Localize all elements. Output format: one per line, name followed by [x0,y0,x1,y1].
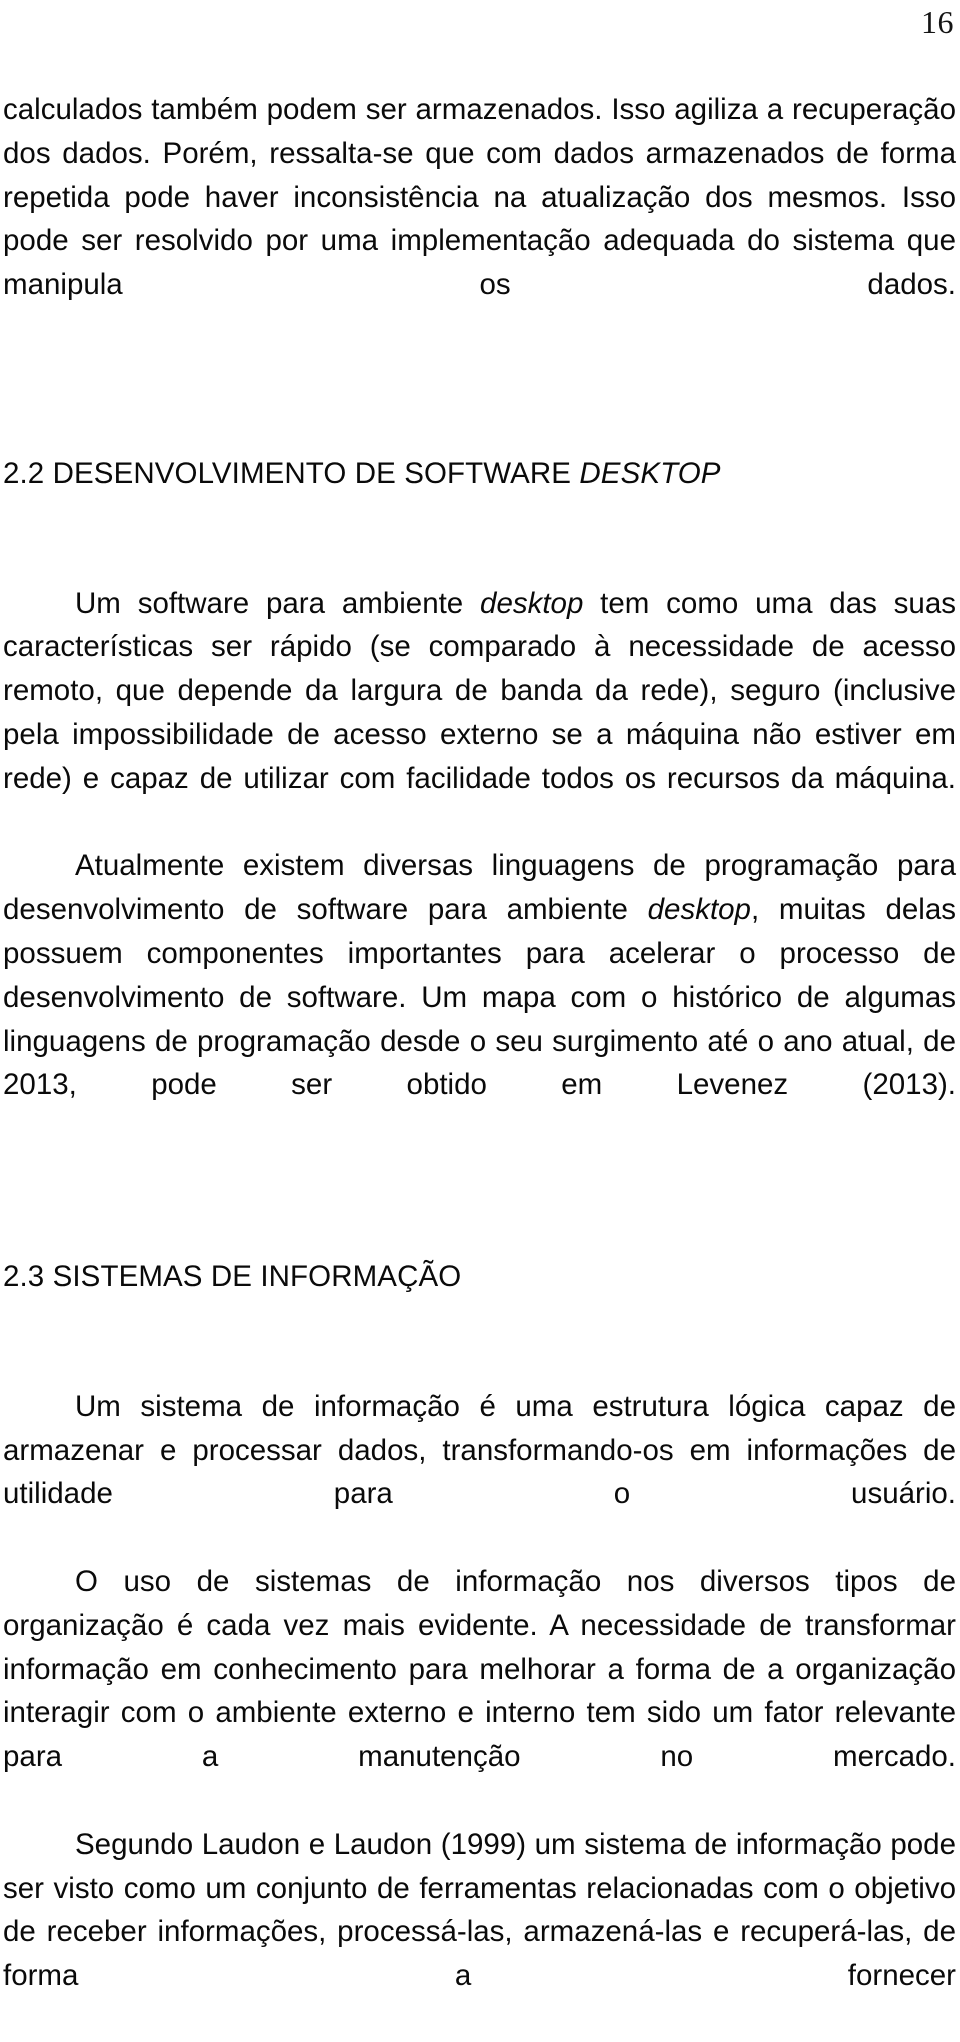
paragraph-desktop-characteristics: Um software para ambiente desktop tem co… [3,582,956,845]
heading-2-3-roman-text: SISTEMAS DE INFORMAÇÃO [52,1259,462,1293]
section-heading-2-2: 2.2 DESENVOLVIMENTO DE SOFTWARE DESKTOP [3,452,956,496]
heading-2-2-roman-text: DESENVOLVIMENTO DE SOFTWARE [52,456,572,490]
paragraph-continued-from-previous-page: calculados também podem ser armazenados.… [3,88,956,351]
heading-2-3-number: 2.3 [3,1259,45,1293]
paragraph-6-text: Segundo Laudon e Laudon (1999) um sistem… [3,1827,956,1993]
paragraph-1-text: calculados também podem ser armazenados.… [3,93,956,302]
page-number: 16 [921,4,954,40]
heading-2-3-space [44,1260,52,1293]
heading-2-2-space [44,457,52,490]
spacer-after-heading-2-2 [3,496,956,582]
spacer-after-heading-2-3 [3,1299,956,1385]
paragraph-information-system-usage: O uso de sistemas de informação nos dive… [3,1560,956,1823]
paragraph-4-text: Um sistema de informação é uma estrutura… [3,1389,956,1511]
spacer-before-heading-2-3 [3,1151,956,1255]
spacer-before-heading-2-2 [3,351,956,452]
paragraph-information-system-definition: Um sistema de informação é uma estrutura… [3,1385,956,1560]
body-text-block: calculados também podem ser armazenados.… [3,88,956,2042]
paragraph-2-part-1: Um software para ambiente [75,586,481,620]
paragraph-3-italic-desktop: desktop [647,893,751,927]
heading-2-2-number: 2.2 [3,456,45,490]
paragraph-2-italic-desktop: desktop [480,586,584,620]
paragraph-laudon-citation: Segundo Laudon e Laudon (1999) um sistem… [3,1823,956,2042]
paragraph-5-text: O uso de sistemas de informação nos dive… [3,1564,956,1774]
document-page: 16 calculados também podem ser armazenad… [0,0,960,1992]
heading-2-2-italic-text: DESKTOP [579,456,721,490]
section-heading-2-3: 2.3 SISTEMAS DE INFORMAÇÃO [3,1255,956,1299]
paragraph-programming-languages: Atualmente existem diversas linguagens d… [3,844,956,1151]
